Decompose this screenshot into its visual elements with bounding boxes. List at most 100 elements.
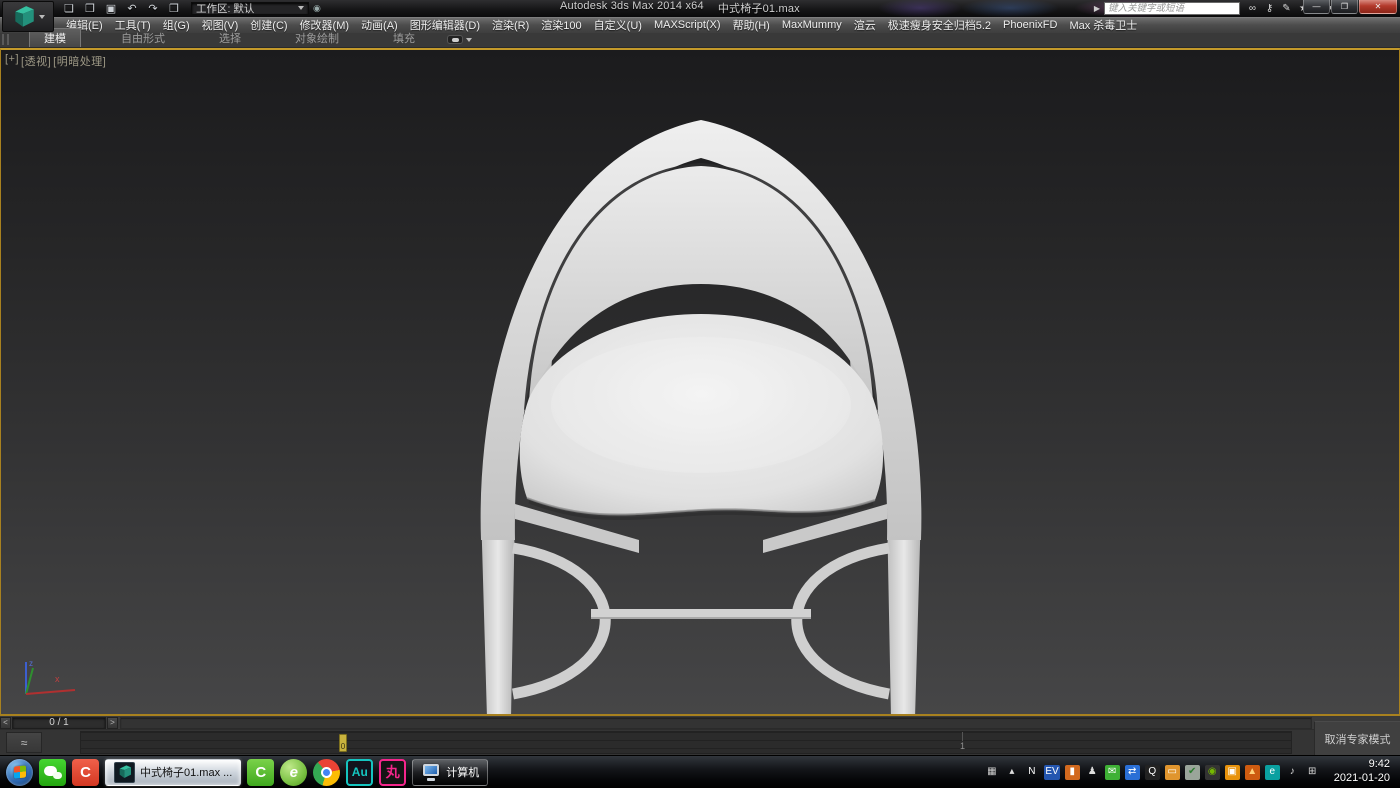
clock-date: 2021-01-20: [1334, 772, 1390, 786]
windows-flag-icon: [14, 765, 26, 778]
usb-eject-tray-icon[interactable]: ✔: [1185, 765, 1200, 780]
ribbon-tab-populate[interactable]: 填充: [379, 29, 429, 47]
menu-item[interactable]: 渲云: [848, 17, 882, 33]
keyboard-tray-icon[interactable]: ▦: [984, 765, 999, 780]
world-axis-tripod: x z: [17, 658, 87, 700]
nvidia-tray-icon[interactable]: ◉: [1205, 765, 1220, 780]
taskbar-clock[interactable]: 9:42 2021-01-20: [1334, 758, 1390, 786]
menu-item[interactable]: PhoenixFD: [997, 19, 1063, 31]
sync-tray-icon[interactable]: ⇄: [1125, 765, 1140, 780]
volume-tray-icon[interactable]: ♪: [1285, 765, 1300, 780]
axis-z-label: z: [29, 659, 33, 668]
ribbon-tab-object-paint[interactable]: 对象绘制: [281, 29, 353, 47]
track-bar-row: ≈ 0 1: [0, 730, 1400, 755]
3dsmax-task-icon: [114, 762, 135, 783]
ribbon-pill-icon: [447, 35, 463, 44]
next-frame-button[interactable]: >: [107, 717, 118, 729]
time-slider-handle[interactable]: 0 / 1: [12, 717, 106, 729]
menu-item[interactable]: Max 杀毒卫士: [1063, 17, 1143, 33]
save-icon[interactable]: ▣: [102, 1, 120, 15]
ribbon-minimize-button[interactable]: [447, 35, 472, 44]
restore-button[interactable]: ❐: [1331, 0, 1358, 14]
menu-item[interactable]: 帮助(H): [727, 17, 776, 33]
ribbon-grip-handle[interactable]: [2, 34, 9, 45]
screenshot-n-tray-icon[interactable]: N: [1024, 765, 1039, 780]
window-title: Autodesk 3ds Max 2014 x64 中式椅子01.max: [560, 0, 800, 16]
menu-item[interactable]: 自定义(U): [588, 17, 648, 33]
workspace-caret-icon: [298, 6, 304, 10]
camera-tray-icon[interactable]: ▣: [1225, 765, 1240, 780]
ribbon-tab-row: 建模自由形式选择对象绘制填充: [0, 33, 1400, 48]
application-menu-button[interactable]: [2, 1, 54, 32]
3dsmax-logo-icon: [11, 4, 37, 30]
close-button[interactable]: ✕: [1359, 0, 1397, 14]
time-slider-row: < 0 / 1 >: [0, 716, 1400, 730]
workspace-label: 工作区: 默认: [196, 1, 254, 16]
menu-item[interactable]: 渲染100: [535, 17, 587, 33]
chrome-taskbar-icon[interactable]: [313, 759, 340, 786]
wanzi-taskbar-icon[interactable]: 丸: [379, 759, 406, 786]
ribbon-tab-selection[interactable]: 选择: [205, 29, 255, 47]
search-binoculars-icon[interactable]: ∞: [1244, 2, 1261, 15]
audition-taskbar-icon[interactable]: Au: [346, 759, 373, 786]
camtasia-red-taskbar-icon[interactable]: C: [72, 759, 99, 786]
app-menu-caret-icon: [39, 15, 45, 19]
network-tray-icon[interactable]: ⊞: [1305, 765, 1320, 780]
previous-frame-button[interactable]: <: [0, 717, 11, 729]
chair-model[interactable]: [471, 110, 931, 716]
title-bar: ❏❒▣↶↷❐ 工作区: 默认 ◉ Autodesk 3ds Max 2014 x…: [0, 0, 1400, 17]
wechat-tray-icon[interactable]: ✉: [1105, 765, 1120, 780]
usb-drive-tray-icon[interactable]: ▮: [1065, 765, 1080, 780]
viewport-menu-shading[interactable]: [明暗处理]: [53, 53, 106, 69]
system-tray: ▦ ▴ N EV ▮ ♟ ✉ ⇄ Q ▭ ✔ ◉ ▣ ▲ e ♪ ⊞: [984, 765, 1319, 780]
ribbon-toggle-caret-icon: [466, 38, 472, 42]
flame-tray-icon[interactable]: ▲: [1245, 765, 1260, 780]
computer-task-button[interactable]: 计算机: [412, 759, 488, 786]
menu-item[interactable]: 渲染(R): [486, 17, 535, 33]
menu-item[interactable]: MAXScript(X): [648, 19, 727, 31]
viewport-menu-view[interactable]: [透视]: [21, 53, 51, 69]
search-input[interactable]: [1104, 2, 1240, 15]
cancel-expert-mode-button[interactable]: 取消专家模式: [1314, 721, 1400, 755]
viewport-menu-plus[interactable]: [+]: [5, 53, 19, 69]
search-flyout-arrow-icon[interactable]: ▶: [1094, 4, 1100, 13]
redo-icon[interactable]: ↷: [144, 1, 162, 15]
perspective-viewport[interactable]: [+] [透视] [明暗处理]: [0, 48, 1400, 716]
workspace-dropdown[interactable]: 工作区: 默认: [191, 2, 309, 15]
browser-360-taskbar-icon[interactable]: e: [280, 759, 307, 786]
minimize-button[interactable]: —: [1303, 0, 1330, 14]
3dsmax-window: ❏❒▣↶↷❐ 工作区: 默认 ◉ Autodesk 3ds Max 2014 x…: [0, 0, 1400, 788]
wechat-taskbar-icon[interactable]: [39, 759, 66, 786]
time-slider-track[interactable]: [120, 717, 1312, 729]
e-circle-tray-icon[interactable]: e: [1265, 765, 1280, 780]
axis-x-label: x: [55, 674, 60, 684]
3dsmax-task-button[interactable]: 中式椅子01.max ...: [105, 759, 241, 786]
pin-icon[interactable]: ◉: [313, 3, 321, 14]
quick-access-toolbar: ❏❒▣↶↷❐: [60, 1, 183, 15]
3dsmax-task-label: 中式椅子01.max ...: [140, 764, 232, 780]
new-file-icon[interactable]: ❏: [60, 1, 78, 15]
start-button[interactable]: [6, 759, 33, 786]
ev-capture-tray-icon[interactable]: EV: [1044, 765, 1059, 780]
show-hidden-icons-arrow[interactable]: ▴: [1004, 765, 1019, 780]
track-bar[interactable]: 0 1: [80, 731, 1292, 754]
pencil-icon[interactable]: ✎: [1278, 2, 1295, 15]
qq-tray-icon[interactable]: Q: [1145, 765, 1160, 780]
ribbon-tab-freeform[interactable]: 自由形式: [107, 29, 179, 47]
windows-taskbar: C 中式椅子01.max ... C e Au 丸 计算机 ▦ ▴ N EV ▮ ♟ ✉ ⇄ Q…: [0, 755, 1400, 788]
frame-end-tick: 1: [960, 732, 965, 755]
file-title-text: 中式椅子01.max: [718, 0, 800, 16]
menu-item[interactable]: 极速瘦身安全归档5.2: [882, 17, 997, 33]
menu-item[interactable]: MaxMummy: [776, 19, 848, 31]
folder-tray-icon[interactable]: ▭: [1165, 765, 1180, 780]
camtasia-green-taskbar-icon[interactable]: C: [247, 759, 274, 786]
computer-icon: [421, 763, 441, 781]
project-folder-icon[interactable]: ❐: [165, 1, 183, 15]
mini-curve-editor-button[interactable]: ≈: [6, 732, 42, 753]
person-tray-icon[interactable]: ♟: [1085, 765, 1100, 780]
undo-icon[interactable]: ↶: [123, 1, 141, 15]
open-file-icon[interactable]: ❒: [81, 1, 99, 15]
computer-task-label: 计算机: [446, 764, 479, 780]
time-marker[interactable]: 0: [339, 734, 347, 752]
key-icon[interactable]: ⚷: [1261, 2, 1278, 15]
